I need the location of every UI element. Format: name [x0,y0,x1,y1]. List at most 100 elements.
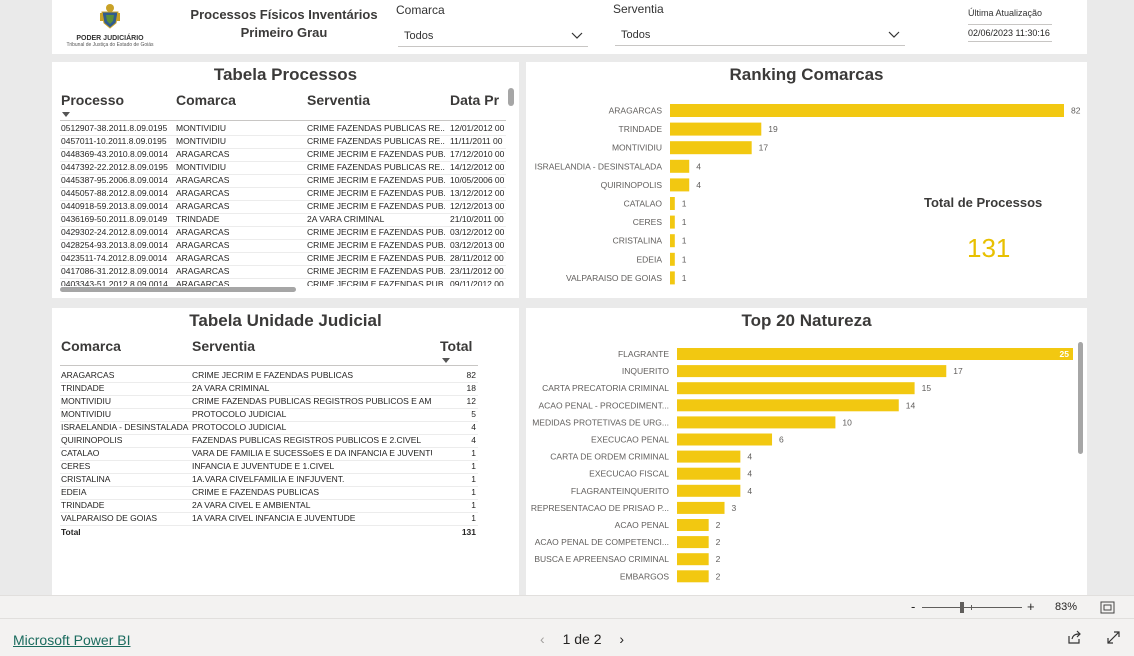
bar[interactable] [670,271,675,285]
table-row[interactable]: CERES INFANCIA E JUVENTUDE E 1.CIVEL 1 [60,460,478,474]
table-cell: CRIME E FAZENDAS PUBLICAS [192,487,320,497]
zoom-level: 83% [1055,601,1078,613]
table-cell: 0428254-93.2013.8.09.0014 [61,240,168,250]
bar[interactable] [677,433,773,446]
table-row[interactable]: 0436169-50.2011.8.09.0149 TRINDADE 2A VARA… [60,213,506,227]
category-label: ISRAELANDIA - DESINSTALADA [535,161,663,171]
vertical-scrollbar[interactable] [508,88,514,106]
bar[interactable] [677,501,725,514]
table-row[interactable]: TRINDADE 2A VARA CRIMINAL 18 [60,382,478,396]
table-cell: CRIME FAZENDAS PUBLICAS RE... [307,123,445,133]
bar[interactable] [670,159,690,173]
bar[interactable] [670,178,690,192]
zoom-slider-track[interactable] [922,607,1022,608]
table-row[interactable]: 0445387-95.2006.8.09.0014 ARAGARCAS CRIME … [60,174,506,188]
table-cell: 0423511-74.2012.8.09.0014 [61,253,168,263]
table-row[interactable]: CRISTALINA 1A.VARA CIVELFAMILIA E INFJUVE… [60,473,478,487]
bar[interactable] [670,197,675,210]
bar[interactable] [670,234,675,248]
bar[interactable] [677,382,915,395]
bar[interactable] [670,252,675,266]
data-label: 2 [716,554,721,564]
tabela-unidade-table[interactable]: Comarca Serventia Total ARAGARCAS CRIME J… [60,336,480,586]
table-row[interactable]: 0512907-38.2011.8.09.0195 MONTIVIDIU CRIME… [60,122,506,136]
col-header-processo[interactable]: Processo [61,92,124,108]
table-row[interactable]: 0440918-59.2013.8.09.0014 ARAGARCAS CRIME … [60,200,506,214]
fit-to-page-icon[interactable] [1100,601,1115,614]
bar[interactable] [677,484,741,497]
data-label: 4 [747,486,752,496]
table-cell: 1 [471,487,476,497]
table-cell: 14/12/2012 00 [450,162,505,172]
table-row[interactable]: 0417086-31.2012.8.09.0014 ARAGARCAS CRIME … [60,265,506,279]
bar[interactable] [670,141,752,155]
table-row[interactable]: MONTIVIDIU PROTOCOLO JUDICIAL 5 [60,408,478,422]
table-cell: CERES [61,461,91,471]
table-row[interactable]: 0447392-22.2012.8.09.0195 MONTIVIDIU CRIME… [60,161,506,175]
table-row[interactable]: 0445057-88.2012.8.09.0014 ARAGARCAS CRIME … [60,187,506,201]
zoom-out-button[interactable]: - [911,599,915,614]
table-cell: ARAGARCAS [176,175,230,185]
table-cell: CRIME JECRIM E FAZENDAS PUB... [307,253,445,263]
total-processos-value: 131 [967,233,1011,263]
table-row[interactable]: ARAGARCAS CRIME JECRIM E FAZENDAS PUBLICA… [60,369,478,383]
bar[interactable] [677,399,899,412]
table-row[interactable]: CATALAO VARA DE FAMILIA E SUCESSoES E DA … [60,447,478,461]
category-label: EDEIA [636,254,662,264]
col-header-total[interactable]: Total [440,338,472,354]
table-cell: 4 [471,435,476,445]
share-icon[interactable] [1067,630,1082,645]
serventia-slicer[interactable]: Todos [615,23,905,46]
table-row[interactable]: 0429302-24.2012.8.09.0014 ARAGARCAS CRIME … [60,226,506,240]
col-header-serventia[interactable]: Serventia [192,338,255,354]
table-cell: TRINDADE [61,383,105,393]
col-header-serventia[interactable]: Serventia [307,92,370,108]
fullscreen-icon[interactable] [1106,630,1121,645]
bar[interactable] [677,553,709,566]
table-cell: CATALAO [61,448,100,458]
col-header-data[interactable]: Data Pr [450,92,499,108]
category-label: EXECUCAO FISCAL [589,469,669,479]
page-indicator: 1 de 2 [562,631,602,647]
bar[interactable] [677,536,709,549]
table-row[interactable]: ISRAELANDIA - DESINSTALADA PROTOCOLO JUDI… [60,421,478,435]
bar[interactable] [677,467,741,480]
table-row[interactable]: MONTIVIDIU CRIME FAZENDAS PUBLICAS REGIST… [60,395,478,409]
table-row[interactable]: 0403343-51.2012.8.09.0014 ARAGARCAS CRIME … [60,278,506,286]
table-row[interactable]: EDEIA CRIME E FAZENDAS PUBLICAS 1 [60,486,478,500]
table-row[interactable]: QUIRINOPOLIS FAZENDAS PUBLICAS REGISTROS … [60,434,478,448]
category-label: BUSCA E APREENSAO CRIMINAL [534,554,669,564]
table-row[interactable]: 0448369-43.2010.8.09.0014 ARAGARCAS CRIME … [60,148,506,162]
bar[interactable] [677,570,709,583]
table-row[interactable]: 0423511-74.2012.8.09.0014 ARAGARCAS CRIME … [60,252,506,266]
zoom-in-button[interactable]: + [1027,599,1035,614]
table-cell: 0457011-10.2011.8.09.0195 [61,136,167,146]
bar[interactable] [677,365,947,378]
bar[interactable] [670,215,675,229]
table-row[interactable]: 0428254-93.2013.8.09.0014 ARAGARCAS CRIME … [60,239,506,253]
power-bi-link[interactable]: Microsoft Power BI [13,632,130,648]
next-page-icon[interactable]: › [619,631,624,647]
table-cell: CRIME JECRIM E FAZENDAS PUB... [307,201,445,211]
bar[interactable] [677,348,1073,360]
prev-page-icon[interactable]: ‹ [540,631,545,647]
bar[interactable] [670,104,1064,117]
horizontal-scrollbar[interactable] [60,287,296,292]
table-cell: ISRAELANDIA - DESINSTALADA [61,422,189,432]
col-header-comarca[interactable]: Comarca [176,92,236,108]
table-row[interactable]: 0457011-10.2011.8.09.0195 MONTIVIDIU CRIME… [60,135,506,149]
table-row[interactable]: VALPARAISO DE GOIAS 1A VARA CIVEL INFANCI… [60,512,478,526]
bar[interactable] [670,122,762,136]
data-label: 15 [922,383,932,393]
tabela-processos-table[interactable]: Processo Comarca Serventia Data Pr 05129… [60,90,506,286]
bar[interactable] [677,450,741,463]
col-header-comarca[interactable]: Comarca [61,338,121,354]
header-divider [60,365,478,366]
comarca-slicer[interactable]: Todos [398,24,588,47]
zoom-slider-thumb[interactable] [960,602,964,613]
bar[interactable] [677,519,709,531]
table-row[interactable]: TRINDADE 2A VARA CIVEL E AMBIENTAL 1 [60,499,478,513]
vertical-scrollbar[interactable] [1078,342,1083,454]
top-natureza-chart: FLAGRANTE 25 INQUERITO 17 CARTA PRECATORIA C… [531,348,1073,583]
bar[interactable] [677,416,836,429]
